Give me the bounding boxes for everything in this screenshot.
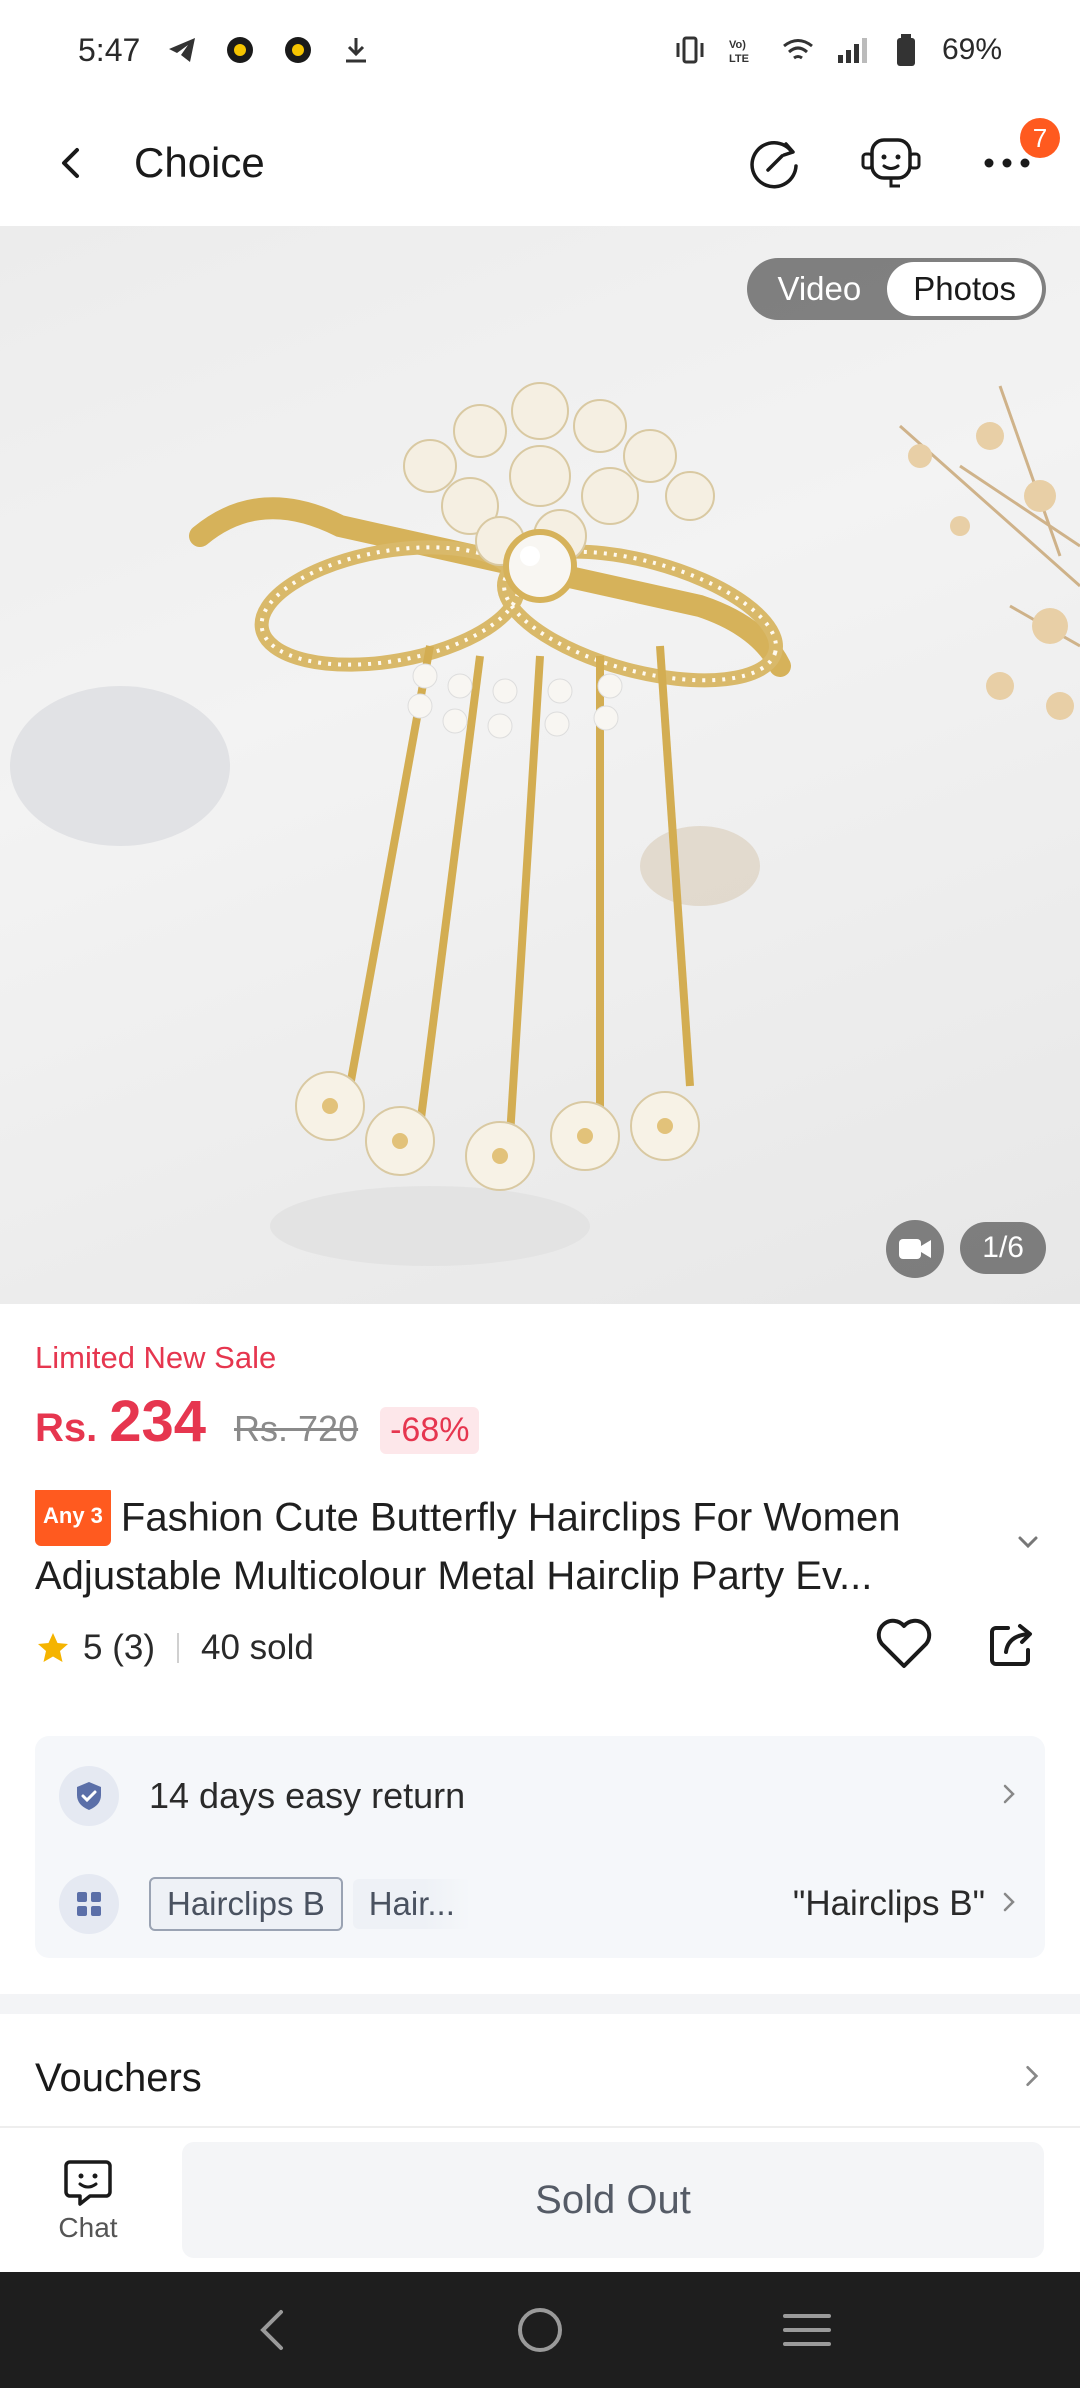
system-recents-button[interactable]	[767, 2290, 847, 2370]
selected-variant-value: "Hairclips B"	[792, 1884, 985, 1923]
chevron-right-icon	[997, 1782, 1021, 1811]
grid-icon	[59, 1874, 119, 1934]
product-title[interactable]: Any 3 Fashion Cute Butterfly Hairclips Fo…	[35, 1490, 1005, 1602]
chat-label: Chat	[58, 2212, 118, 2243]
title-line-2: Adjustable Multicolour Metal Hairclip Pa…	[35, 1554, 873, 1598]
chat-icon	[64, 2160, 112, 2206]
status-system-icons: Vo) LTE 69%	[672, 32, 1002, 68]
product-actions	[874, 1616, 1040, 1677]
back-button[interactable]	[34, 126, 108, 200]
return-policy-text: 14 days easy return	[149, 1775, 466, 1816]
bottom-action-bar: Chat Sold Out	[0, 2126, 1080, 2272]
system-navigation-bar	[0, 2272, 1080, 2388]
chevron-right-icon	[1019, 2063, 1045, 2094]
heart-icon	[876, 1618, 932, 1668]
battery-icon	[888, 32, 924, 68]
system-home-button[interactable]	[500, 2290, 580, 2370]
page-title: Choice	[134, 139, 265, 186]
wifi-icon	[780, 32, 816, 68]
expand-title-button[interactable]	[1014, 1528, 1042, 1561]
rating-row[interactable]: 5 (3) 40 sold	[35, 1628, 314, 1668]
share-icon	[990, 1624, 1032, 1666]
photos-tab[interactable]: Photos	[887, 262, 1042, 316]
notification-app-icon	[222, 32, 258, 68]
svg-text:Vo): Vo)	[729, 39, 746, 51]
price-row: Rs. 234 Rs. 720 -68%	[35, 1388, 480, 1455]
app-header: Choice 7	[0, 100, 1080, 226]
more-icon	[984, 158, 1030, 168]
chevron-down-icon	[1018, 1536, 1038, 1549]
title-line-1: Fashion Cute Butterfly Hairclips For Wom…	[120, 1495, 901, 1540]
product-image-gallery[interactable]: Video Photos 1/6	[0, 226, 1080, 1304]
telegram-icon	[164, 32, 200, 68]
share-button[interactable]	[984, 1616, 1040, 1677]
divider	[176, 1633, 179, 1663]
video-tab[interactable]: Video	[751, 262, 887, 316]
nav-home-icon	[517, 2308, 562, 2352]
notification-app-icon	[280, 32, 316, 68]
history-icon	[750, 141, 798, 189]
svg-text:LTE: LTE	[729, 53, 749, 65]
signal-icon	[834, 32, 870, 68]
customer-service-icon	[861, 138, 921, 188]
status-time: 5:47	[78, 31, 141, 68]
sold-count: 40 sold	[200, 1628, 314, 1667]
back-icon	[62, 148, 79, 178]
download-icon	[338, 32, 374, 68]
media-toggle: Video Photos	[747, 258, 1046, 320]
service-info-card: 14 days easy return Hairclips B Hair... …	[35, 1736, 1045, 1958]
variant-row[interactable]: Hairclips B Hair... "Hairclips B"	[59, 1874, 1021, 1934]
status-bar: 5:47 Vo) LTE 69%	[0, 0, 1080, 100]
nav-back-icon	[260, 2310, 284, 2350]
price-currency: Rs.	[35, 1406, 98, 1450]
rating-score: 5	[83, 1628, 103, 1667]
header-actions: 7	[736, 118, 1060, 202]
status-notification-icons	[164, 32, 374, 68]
history-button[interactable]	[736, 124, 814, 202]
product-photo	[10, 382, 1080, 1266]
video-play-button[interactable]	[886, 1220, 944, 1278]
customer-service-button[interactable]	[852, 124, 930, 202]
current-price: 234	[109, 1389, 207, 1454]
wishlist-button[interactable]	[874, 1616, 934, 1677]
promo-badge: Any 3	[35, 1490, 111, 1546]
discount-badge: -68%	[380, 1407, 480, 1454]
system-back-button[interactable]	[233, 2290, 313, 2370]
shield-icon	[59, 1766, 119, 1826]
nav-recents-icon	[782, 2314, 831, 2346]
notification-badge: 7	[1020, 118, 1060, 158]
vibrate-icon	[672, 32, 708, 68]
variant-chip-selected[interactable]: Hairclips B	[149, 1877, 343, 1931]
chat-button[interactable]: Chat	[34, 2156, 142, 2244]
volte-icon: Vo) LTE	[726, 32, 762, 68]
section-separator	[0, 1994, 1080, 2014]
vouchers-row[interactable]: Vouchers	[35, 2030, 1045, 2126]
sold-out-button[interactable]: Sold Out	[182, 2142, 1044, 2258]
battery-percent: 69%	[941, 33, 1002, 66]
star-icon	[38, 1633, 68, 1662]
return-policy-row[interactable]: 14 days easy return	[59, 1766, 1021, 1826]
vouchers-title: Vouchers	[35, 2055, 202, 2100]
more-button[interactable]: 7	[968, 118, 1060, 202]
chevron-right-icon	[997, 1890, 1021, 1919]
original-price: Rs. 720	[234, 1408, 359, 1449]
sale-label: Limited New Sale	[35, 1340, 277, 1375]
variant-chip[interactable]: Hair...	[352, 1879, 471, 1929]
rating-count: (3)	[112, 1628, 155, 1667]
image-page-indicator: 1/6	[960, 1222, 1046, 1274]
video-camera-icon	[899, 1239, 931, 1259]
